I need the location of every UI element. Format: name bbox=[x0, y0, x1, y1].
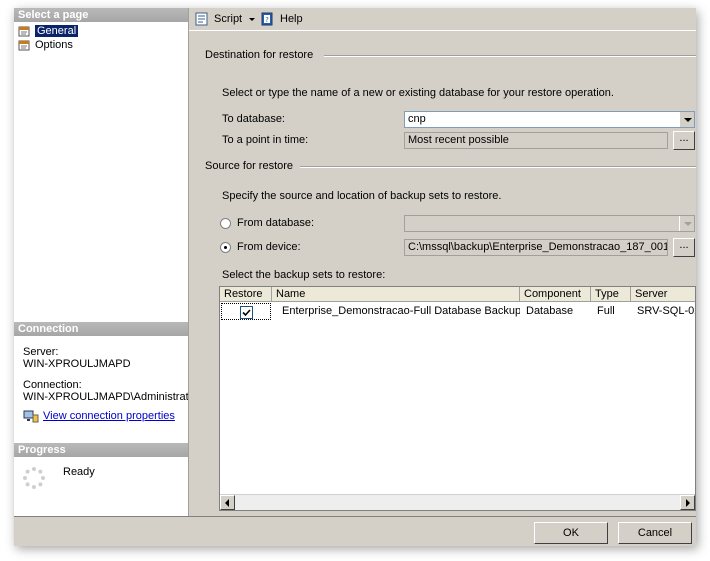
connection-value: WIN-XPROULJMAPD\Administrat bbox=[23, 391, 188, 403]
to-database-value: cnp bbox=[408, 113, 426, 125]
to-database-combobox[interactable]: cnp bbox=[404, 111, 695, 128]
left-pane: Select a page General Options Connection… bbox=[14, 8, 189, 516]
page-item-label: Options bbox=[35, 39, 73, 51]
cell-name: Enterprise_Demonstracao-Full Database Ba… bbox=[282, 305, 520, 317]
checkmark-icon bbox=[242, 309, 251, 317]
from-database-dropdown-icon bbox=[679, 216, 694, 231]
to-database-label: To database: bbox=[222, 113, 285, 125]
script-button[interactable]: Script bbox=[194, 11, 256, 27]
column-header-name[interactable]: Name bbox=[272, 287, 520, 302]
destination-instruction: Select or type the name of a new or exis… bbox=[222, 87, 614, 99]
restore-cell[interactable] bbox=[221, 303, 271, 320]
from-database-radio[interactable] bbox=[220, 218, 231, 229]
source-instruction: Specify the source and location of backu… bbox=[222, 190, 502, 202]
from-device-label[interactable]: From device: bbox=[237, 241, 301, 253]
cancel-button[interactable]: Cancel bbox=[618, 522, 692, 544]
toolbar: Script ? Help bbox=[189, 8, 696, 31]
help-label: Help bbox=[280, 13, 303, 25]
progress-header: Progress bbox=[14, 443, 188, 457]
server-label: Server: bbox=[23, 346, 59, 358]
cell-server: SRV-SQL-02 bbox=[637, 305, 695, 317]
ok-button[interactable]: OK bbox=[534, 522, 608, 544]
point-in-time-field: Most recent possible bbox=[404, 132, 668, 149]
from-database-label[interactable]: From database: bbox=[237, 217, 314, 229]
page-icon bbox=[18, 40, 30, 51]
source-divider bbox=[300, 166, 696, 168]
view-connection-link[interactable]: View connection properties bbox=[43, 410, 175, 422]
view-connection-properties[interactable]: View connection properties bbox=[23, 410, 188, 424]
restore-database-dialog: Select a page General Options Connection… bbox=[14, 8, 696, 546]
chevron-down-icon[interactable] bbox=[249, 17, 256, 21]
svg-text:?: ? bbox=[265, 16, 269, 24]
table-row[interactable]: Enterprise_Demonstracao-Full Database Ba… bbox=[220, 302, 695, 322]
page-item-general[interactable]: General bbox=[18, 25, 79, 38]
script-icon bbox=[195, 12, 208, 26]
general-page-content: Destination for restore Select or type t… bbox=[189, 31, 696, 516]
page-icon bbox=[18, 26, 30, 37]
source-group-label: Source for restore bbox=[205, 160, 294, 172]
cell-component: Database bbox=[526, 305, 574, 317]
help-icon: ? bbox=[261, 12, 273, 26]
scroll-left-icon[interactable] bbox=[220, 495, 235, 510]
destination-divider bbox=[324, 55, 696, 57]
point-in-time-label: To a point in time: bbox=[222, 134, 309, 146]
column-header-server[interactable]: Server bbox=[631, 287, 695, 302]
connection-properties-icon bbox=[23, 410, 39, 423]
script-label: Script bbox=[214, 13, 243, 25]
horizontal-scrollbar[interactable] bbox=[220, 494, 695, 510]
from-device-radio[interactable] bbox=[220, 242, 231, 253]
scroll-right-icon[interactable] bbox=[680, 495, 695, 510]
point-in-time-browse-button[interactable]: ... bbox=[673, 131, 695, 150]
from-device-path-field: C:\mssql\backup\Enterprise_Demonstracao_… bbox=[404, 239, 668, 256]
from-database-combobox bbox=[404, 215, 695, 232]
restore-checkbox[interactable] bbox=[240, 306, 253, 319]
select-page-header: Select a page bbox=[14, 8, 188, 22]
cell-type: Full bbox=[597, 305, 615, 317]
column-header-type[interactable]: Type bbox=[591, 287, 631, 302]
footer-divider bbox=[14, 516, 696, 517]
connection-label: Connection: bbox=[23, 379, 82, 391]
from-device-browse-button[interactable]: ... bbox=[673, 238, 695, 257]
to-database-dropdown-icon[interactable] bbox=[679, 112, 694, 127]
backup-sets-label: Select the backup sets to restore: bbox=[222, 269, 386, 281]
progress-status: Ready bbox=[63, 466, 95, 478]
page-item-label: General bbox=[35, 25, 79, 37]
help-button[interactable]: ? Help bbox=[260, 11, 303, 27]
progress-spinner-icon bbox=[23, 467, 45, 489]
column-header-component[interactable]: Component bbox=[520, 287, 591, 302]
page-item-options[interactable]: Options bbox=[18, 39, 73, 52]
column-header-restore[interactable]: Restore bbox=[220, 287, 272, 302]
connection-header: Connection bbox=[14, 322, 188, 336]
server-value: WIN-XPROULJMAPD bbox=[23, 358, 131, 370]
destination-group-label: Destination for restore bbox=[205, 49, 314, 61]
backup-sets-grid[interactable]: Restore Name Component Type Server Enter… bbox=[219, 286, 696, 511]
